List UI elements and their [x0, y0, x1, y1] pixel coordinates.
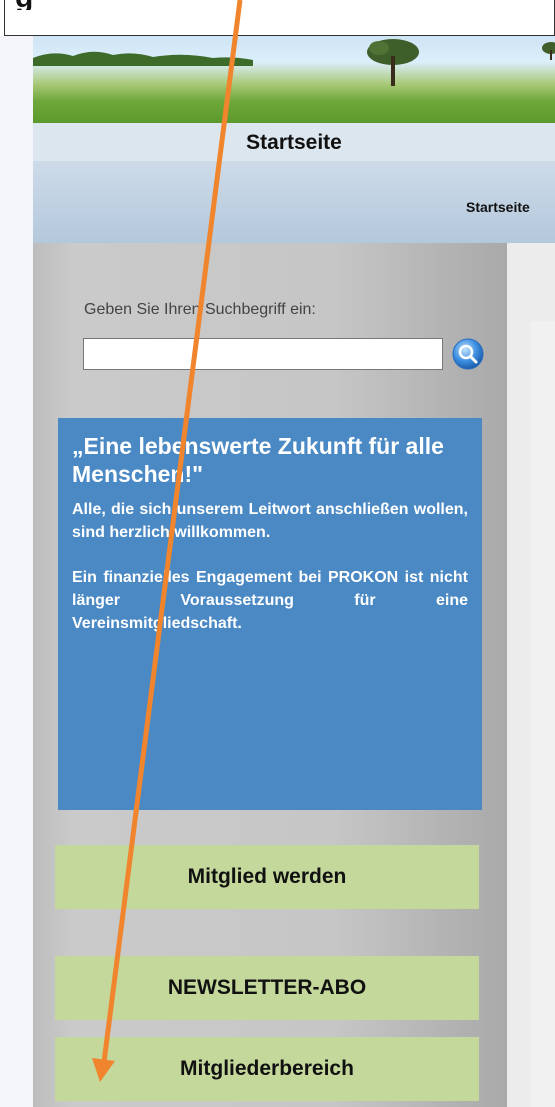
breadcrumb-bar: Startseite [33, 161, 555, 243]
cropped-text-fragment: g [15, 0, 49, 10]
tree-graphic-right [542, 42, 555, 60]
page-left-margin [0, 36, 33, 1107]
breadcrumb-link[interactable]: Startseite [466, 199, 530, 215]
page-title: Startseite [246, 131, 342, 154]
tree-graphic [367, 39, 419, 86]
newsletter-button[interactable]: NEWSLETTER-ABO [55, 956, 479, 1020]
search-input[interactable] [83, 338, 443, 370]
content-panel [531, 321, 555, 1107]
treeline-graphic [33, 51, 253, 66]
welcome-text: Alle, die sich unserem Leitwort anschlie… [72, 501, 468, 541]
content-area [507, 243, 555, 1107]
title-bar: Startseite [33, 123, 555, 161]
header-banner-image [33, 36, 555, 123]
motto-headline: „Eine lebenswerte Zukunft für alle Mensc… [72, 433, 444, 487]
membership-text: Ein finanzielles Engagement bei PROKON i… [72, 569, 468, 632]
page: Startseite Startseite Geben Sie Ihren Su… [33, 36, 555, 1107]
become-member-button[interactable]: Mitglied werden [55, 845, 479, 909]
search-label: Geben Sie Ihren Suchbegriff ein: [84, 301, 316, 318]
motto-box: „Eine lebenswerte Zukunft für alle Mensc… [58, 418, 482, 810]
top-annotation-box: g [4, 0, 555, 36]
member-area-button[interactable]: Mitgliederbereich [55, 1037, 479, 1101]
magnifier-icon [452, 338, 484, 370]
search-button[interactable] [452, 338, 484, 370]
